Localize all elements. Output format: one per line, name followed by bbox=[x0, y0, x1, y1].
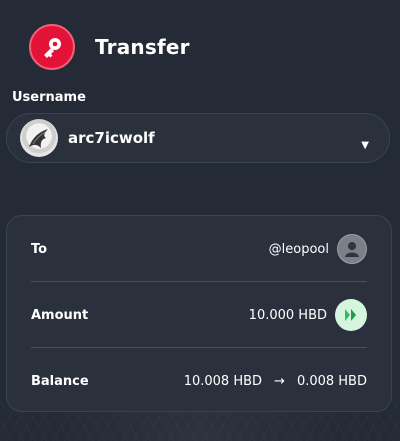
selected-username: arc7icwolf bbox=[68, 129, 155, 147]
to-account: @leopool bbox=[268, 241, 329, 257]
to-label: To bbox=[31, 241, 48, 257]
to-value: @leopool bbox=[269, 234, 367, 264]
balance-label: Balance bbox=[31, 373, 89, 389]
amount-value: 10.000 HBD bbox=[249, 299, 367, 331]
arrow-right-icon: → bbox=[274, 373, 285, 389]
username-label: Username bbox=[12, 90, 86, 105]
balance-before: 10.008 HBD bbox=[183, 373, 263, 389]
user-icon bbox=[337, 234, 367, 264]
key-icon bbox=[29, 24, 75, 70]
balance-row: Balance 10.008 HBD → 0.008 HBD bbox=[7, 348, 391, 414]
chevron-down-icon[interactable]: ▼ bbox=[361, 140, 369, 151]
amount-text: 10.000 HBD bbox=[248, 307, 327, 323]
balance-value: 10.008 HBD → 0.008 HBD bbox=[184, 374, 367, 389]
balance-after: 0.008 HBD bbox=[296, 373, 367, 389]
wolf-avatar bbox=[20, 119, 58, 157]
amount-label: Amount bbox=[31, 307, 89, 323]
username-dropdown[interactable]: arc7icwolf ▼ bbox=[6, 113, 390, 163]
hbd-icon bbox=[335, 299, 367, 331]
to-row: To @leopool bbox=[7, 216, 391, 282]
transfer-summary-card: To @leopool Amount 10.000 HBD Balance 10… bbox=[6, 215, 392, 412]
amount-row: Amount 10.000 HBD bbox=[7, 282, 391, 348]
page-title: Transfer bbox=[95, 35, 190, 59]
header: Transfer bbox=[29, 23, 190, 71]
